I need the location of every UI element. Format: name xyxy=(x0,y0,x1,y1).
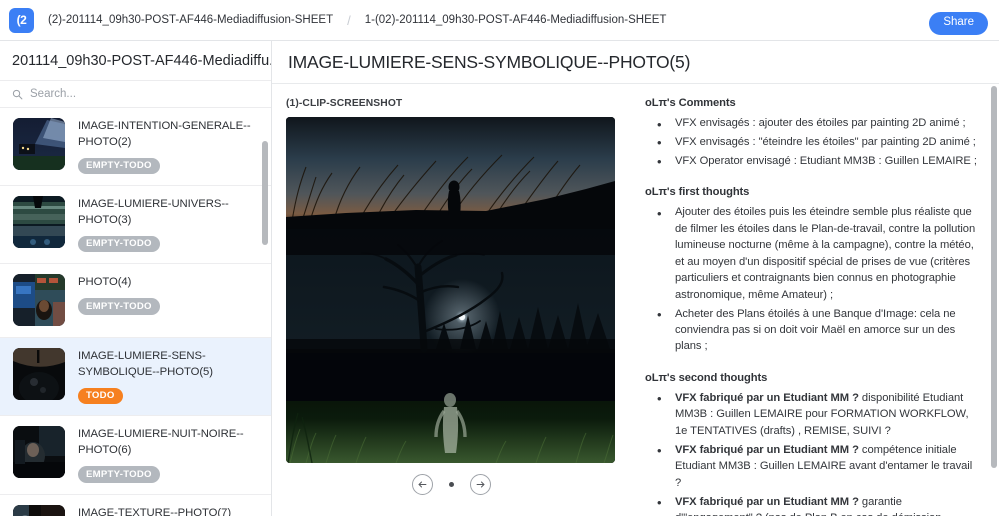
status-badge: TODO xyxy=(78,387,123,405)
sidebar-item-photo3[interactable]: IMAGE-LUMIERE-UNIVERS--PHOTO(3) EMPTY-TO… xyxy=(0,186,271,265)
section-heading-comments: oLπ's Comments xyxy=(645,97,736,109)
list-item: VFX envisagés : ajouter des étoiles par … xyxy=(653,114,979,134)
status-badge: EMPTY-TODO xyxy=(78,466,160,483)
clip-column: (1)-CLIP-SCREENSHOT xyxy=(272,84,632,516)
thumbnail-photo3 xyxy=(13,196,65,249)
search-input[interactable] xyxy=(30,88,210,100)
list-item: VFX fabriqué par un Etudiant MM ? dispon… xyxy=(653,389,979,439)
sidebar-item-name: IMAGE-INTENTION-GENERALE--PHOTO(2) xyxy=(78,120,251,148)
sidebar: 201114_09h30-POST-AF446-Mediadiffu... Se… xyxy=(0,41,272,516)
sidebar-item-name: IMAGE-TEXTURE--PHOTO(7) xyxy=(78,506,232,516)
thumbnail-photo2 xyxy=(13,118,65,170)
search-icon xyxy=(12,89,23,100)
first-thoughts-list: Ajouter des étoiles puis les éteindre se… xyxy=(653,204,979,355)
list-item-lead: VFX fabriqué par un Etudiant MM ? xyxy=(675,391,859,404)
sidebar-item-list: IMAGE-INTENTION-GENERALE--PHOTO(2) EMPTY… xyxy=(0,108,271,516)
sidebar-item-photo6[interactable]: IMAGE-LUMIERE-NUIT-NOIRE--PHOTO(6) EMPTY… xyxy=(0,416,271,495)
share-button[interactable]: Share xyxy=(929,12,988,35)
tab-sheet-1[interactable]: (2)-201114_09h30-POST-AF446-Mediadiffusi… xyxy=(48,14,333,26)
section-heading-second-thoughts: oLπ's second thoughts xyxy=(645,371,768,384)
status-badge: EMPTY-TODO xyxy=(78,298,160,315)
comments-scrollbar[interactable] xyxy=(991,86,997,468)
carousel-page-dot[interactable] xyxy=(448,482,454,487)
thumbnail-photo4 xyxy=(13,274,65,327)
tab-sheet-2[interactable]: 1-(02)-201114_09h30-POST-AF446-Mediadiff… xyxy=(365,14,667,26)
thumbnail-photo7 xyxy=(13,504,65,516)
sidebar-title: 201114_09h30-POST-AF446-Mediadiffu... xyxy=(0,41,271,81)
sidebar-search[interactable] xyxy=(0,81,271,108)
status-badge: EMPTY-TODO xyxy=(78,157,160,175)
sidebar-item-photo2[interactable]: IMAGE-INTENTION-GENERALE--PHOTO(2) EMPTY… xyxy=(0,108,271,187)
page-title: IMAGE-LUMIERE-SENS-SYMBOLIQUE--PHOTO(5) xyxy=(288,51,691,72)
carousel-controls xyxy=(286,474,616,495)
status-badge: EMPTY-TODO xyxy=(78,235,160,253)
comments-column: oLπ's Comments VFX envisagés : ajouter d… xyxy=(632,84,999,516)
sidebar-item-name: IMAGE-LUMIERE-UNIVERS--PHOTO(3) xyxy=(78,198,229,226)
sidebar-scrollbar[interactable] xyxy=(262,141,268,245)
sidebar-item-photo4[interactable]: PHOTO(4) EMPTY-TODO xyxy=(0,264,271,339)
list-item: VFX fabriqué par un Etudiant MM ? compét… xyxy=(653,441,979,491)
second-thoughts-list: VFX fabriqué par un Etudiant MM ? dispon… xyxy=(653,389,979,516)
arrow-left-icon[interactable] xyxy=(411,474,433,495)
sidebar-item-photo7[interactable]: IMAGE-TEXTURE--PHOTO(7) EMPTY-TODO xyxy=(0,494,271,516)
list-item-lead: VFX fabriqué par un Etudiant MM ? xyxy=(675,443,859,456)
list-item: VFX fabriqué par un Etudiant MM ? garant… xyxy=(653,493,979,516)
thumbnail-photo6 xyxy=(13,426,65,479)
arrow-right-icon[interactable] xyxy=(469,474,491,495)
clip-screenshot-image[interactable] xyxy=(286,117,615,463)
main-panel: IMAGE-LUMIERE-SENS-SYMBOLIQUE--PHOTO(5) … xyxy=(272,41,999,516)
section-heading-first-thoughts: oLπ's first thoughts xyxy=(645,186,750,199)
list-item-lead: VFX fabriqué par un Etudiant MM ? xyxy=(675,495,859,508)
comments-list: VFX envisagés : ajouter des étoiles par … xyxy=(653,114,979,172)
list-item: Ajouter des étoiles puis les éteindre se… xyxy=(653,204,979,303)
tab-separator: / xyxy=(347,12,351,28)
list-item: Acheter des Plans étoilés à une Banque d… xyxy=(653,305,979,355)
clip-label: (1)-CLIP-SCREENSHOT xyxy=(286,98,403,109)
sidebar-item-name: IMAGE-LUMIERE-SENS-SYMBOLIQUE--PHOTO(5) xyxy=(78,350,213,379)
sidebar-item-photo5[interactable]: IMAGE-LUMIERE-SENS-SYMBOLIQUE--PHOTO(5) … xyxy=(0,338,271,417)
sidebar-item-name: PHOTO(4) xyxy=(78,276,132,289)
main-header: IMAGE-LUMIERE-SENS-SYMBOLIQUE--PHOTO(5) xyxy=(272,41,999,84)
top-tab-bar: (2 (2)-201114_09h30-POST-AF446-Mediadiff… xyxy=(0,0,999,41)
list-item: VFX envisagés : "éteindre les étoiles" p… xyxy=(653,133,979,153)
app-icon: (2 xyxy=(9,7,34,33)
list-item: VFX Operator envisagé : Etudiant MM3B : … xyxy=(653,152,979,172)
main-body: (1)-CLIP-SCREENSHOT oLπ's Comments • VFX… xyxy=(272,84,999,516)
thumbnail-photo5 xyxy=(13,348,65,401)
sidebar-item-name: IMAGE-LUMIERE-NUIT-NOIRE--PHOTO(6) xyxy=(78,428,244,457)
